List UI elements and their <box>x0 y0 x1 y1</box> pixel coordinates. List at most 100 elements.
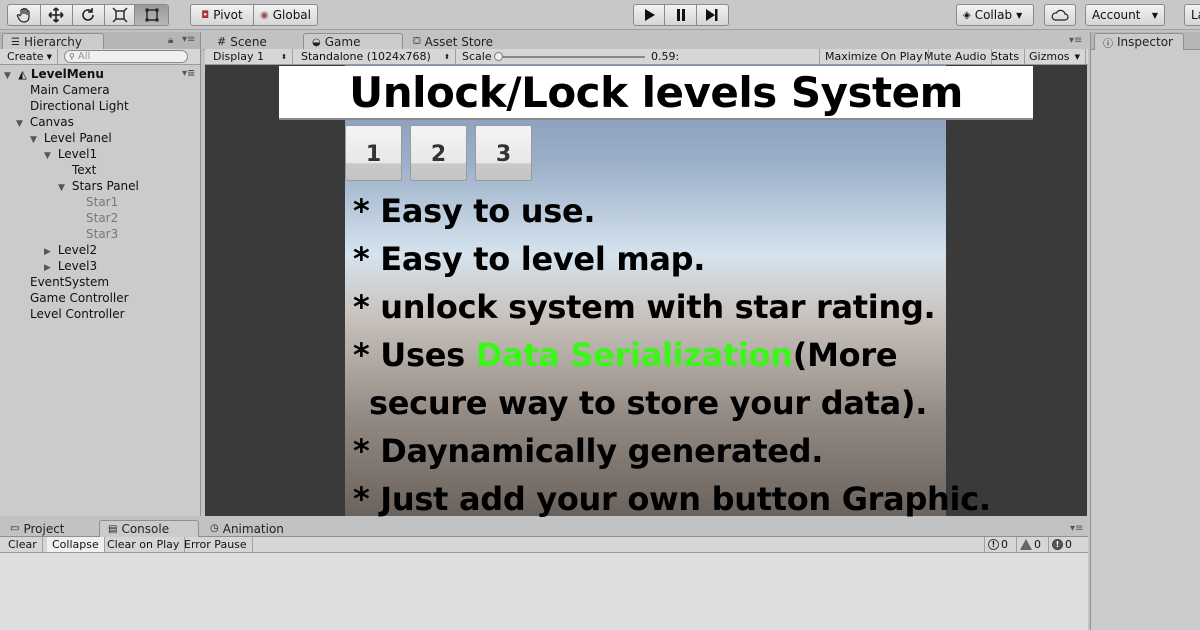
pause-button[interactable] <box>665 5 697 25</box>
gizmos-dropdown[interactable]: Gizmos ▼ <box>1024 49 1086 64</box>
console-icon: ▤ <box>108 523 118 535</box>
pivot-button[interactable]: ◘ Pivot <box>191 5 254 25</box>
account-dropdown[interactable]: Account ▼ <box>1085 4 1165 26</box>
create-label: Create <box>7 50 44 63</box>
info-count-toggle[interactable]: ! 0 <box>984 537 1011 552</box>
hierarchy-item[interactable]: Level Controller <box>30 306 125 322</box>
hierarchy-item[interactable]: ▼ Canvas <box>16 114 74 130</box>
console-panel: ▭ Project ▤ Console ◷ Animation ▾≡ Clear… <box>0 519 1088 630</box>
warning-icon <box>1020 539 1032 550</box>
stats-button[interactable]: Stats <box>986 49 1026 64</box>
tab-scene[interactable]: # Scene <box>209 33 275 50</box>
clear-on-play-button[interactable]: Clear on Play <box>102 537 186 552</box>
dropdown-arrow-icon: ▼ <box>1016 10 1023 20</box>
rotate-tool-icon[interactable] <box>73 5 105 25</box>
cloud-icon <box>1051 9 1069 21</box>
expand-arrow-icon[interactable]: ▼ <box>16 116 26 132</box>
scene-menu-icon[interactable]: ▾≡ <box>182 66 195 82</box>
tab-inspector[interactable]: ⓘ Inspector <box>1094 33 1184 50</box>
play-button[interactable] <box>634 5 666 25</box>
level-button-1[interactable]: 1 <box>345 125 402 181</box>
scale-control: Scale 0.59: <box>457 49 817 64</box>
hierarchy-item[interactable]: Main Camera <box>30 82 110 98</box>
expand-arrow-icon[interactable]: ▼ <box>30 132 40 148</box>
hierarchy-item[interactable]: Star1 <box>86 194 118 210</box>
tab-animation[interactable]: ◷ Animation <box>202 520 292 537</box>
lock-icon[interactable]: 🔒︎ <box>168 35 173 46</box>
tab-console[interactable]: ▤ Console <box>99 520 199 537</box>
hierarchy-item[interactable]: Star3 <box>86 226 118 242</box>
expand-arrow-icon[interactable]: ▼ <box>58 180 68 196</box>
display-dropdown[interactable]: Display 1 ⬍ <box>208 49 293 64</box>
layers-dropdown[interactable]: La <box>1184 4 1200 26</box>
hierarchy-item[interactable]: Game Controller <box>30 290 129 306</box>
game-toolbar: Display 1 ⬍ Standalone (1024x768) ⬍ Scale … <box>205 49 1088 65</box>
clock-icon: ◷ <box>210 523 219 534</box>
updown-arrow-icon: ⬍ <box>444 52 450 61</box>
panel-menu-icon[interactable]: ▾≡ <box>182 34 195 45</box>
panel-menu-icon[interactable]: ▾≡ <box>1070 523 1083 534</box>
global-button[interactable]: ◉ Global <box>254 5 317 25</box>
scale-slider-thumb[interactable] <box>494 52 503 61</box>
cloud-button[interactable] <box>1044 4 1076 26</box>
search-placeholder: All <box>77 51 91 62</box>
highlight-text: Data Serialization <box>475 336 793 374</box>
tab-project[interactable]: ▭ Project <box>2 520 73 537</box>
hierarchy-item[interactable]: ▼ Stars Panel <box>58 178 139 194</box>
hierarchy-item[interactable]: ▶ Level2 <box>44 242 97 258</box>
hierarchy-item[interactable]: EventSystem <box>30 274 109 290</box>
collab-dropdown[interactable]: ◈ Collab ▼ <box>956 4 1034 26</box>
move-tool-icon[interactable] <box>41 5 74 25</box>
hierarchy-item[interactable]: ▼ Level Panel <box>30 130 112 146</box>
error-pause-button[interactable]: Error Pause <box>179 537 253 552</box>
collapse-button[interactable]: Collapse <box>47 537 105 552</box>
hierarchy-item[interactable]: ▶ Level3 <box>44 258 97 274</box>
dropdown-arrow-icon: ▼ <box>1074 52 1080 61</box>
rect-tool-icon[interactable] <box>135 5 168 25</box>
tab-asset-store[interactable]: ⛋ Asset Store <box>405 33 501 50</box>
game-title: Unlock/Lock levels System <box>349 67 963 117</box>
hierarchy-item[interactable]: Text <box>72 162 96 178</box>
store-icon: ⛋ <box>413 36 421 47</box>
level-button-3[interactable]: 3 <box>475 125 532 181</box>
scene-root[interactable]: ▼ ◭ LevelMenu ▾≡ <box>4 66 200 82</box>
hierarchy-panel: ☰ Hierarchy 🔒︎ ▾≡ Create ▼ ⚲ All ▼ ◭ Lev… <box>0 32 201 516</box>
error-count-toggle[interactable]: ! 0 <box>1048 537 1075 552</box>
tab-hierarchy-label: Hierarchy <box>23 35 82 49</box>
maximize-on-play-button[interactable]: Maximize On Play <box>819 49 929 64</box>
expand-arrow-icon[interactable]: ▼ <box>44 148 54 164</box>
tab-hierarchy[interactable]: ☰ Hierarchy <box>2 33 104 50</box>
hierarchy-item[interactable]: Directional Light <box>30 98 129 114</box>
mute-audio-button[interactable]: Mute Audio <box>919 49 993 64</box>
console-log-area[interactable] <box>0 554 1088 630</box>
pivot-global-toggle: ◘ Pivot ◉ Global <box>190 4 318 26</box>
clear-button[interactable]: Clear <box>3 537 43 552</box>
hash-icon: # <box>217 35 227 48</box>
tab-game[interactable]: ◒ Game <box>303 33 403 50</box>
feature-line: secure way to store your data). <box>369 384 928 422</box>
create-dropdown[interactable]: Create ▼ <box>2 49 58 64</box>
hierarchy-item[interactable]: Star2 <box>86 210 118 226</box>
expand-arrow-icon[interactable]: ▼ <box>4 68 14 84</box>
main-toolbar: ◘ Pivot ◉ Global ◈ Collab ▼ Account ▼ L <box>0 0 1200 30</box>
hand-tool-icon[interactable] <box>8 5 41 25</box>
hierarchy-tabbar: ☰ Hierarchy 🔒︎ ▾≡ <box>0 32 200 50</box>
panel-menu-icon[interactable]: ▾≡ <box>1069 35 1082 46</box>
search-input[interactable]: ⚲ All <box>64 50 188 63</box>
list-icon: ☰ <box>11 36 20 48</box>
info-icon: ! <box>988 539 999 550</box>
hierarchy-item[interactable]: ▼ Level1 <box>44 146 97 162</box>
inspector-panel: ⓘ Inspector <box>1090 32 1200 630</box>
feature-line: * Just add your own button Graphic. <box>353 480 991 518</box>
hierarchy-subbar: Create ▼ ⚲ All <box>0 49 200 65</box>
scale-slider-track[interactable] <box>497 56 645 58</box>
level-button-2[interactable]: 2 <box>410 125 467 181</box>
dropdown-arrow-icon: ▼ <box>1151 10 1158 20</box>
step-button[interactable] <box>697 5 728 25</box>
scale-tool-icon[interactable] <box>105 5 136 25</box>
resolution-dropdown[interactable]: Standalone (1024x768) ⬍ <box>296 49 456 64</box>
layers-label: La <box>1191 8 1200 22</box>
transform-tools <box>7 4 169 26</box>
warning-count-toggle[interactable]: 0 <box>1016 537 1044 552</box>
feature-line: * Daynamically generated. <box>353 432 824 470</box>
